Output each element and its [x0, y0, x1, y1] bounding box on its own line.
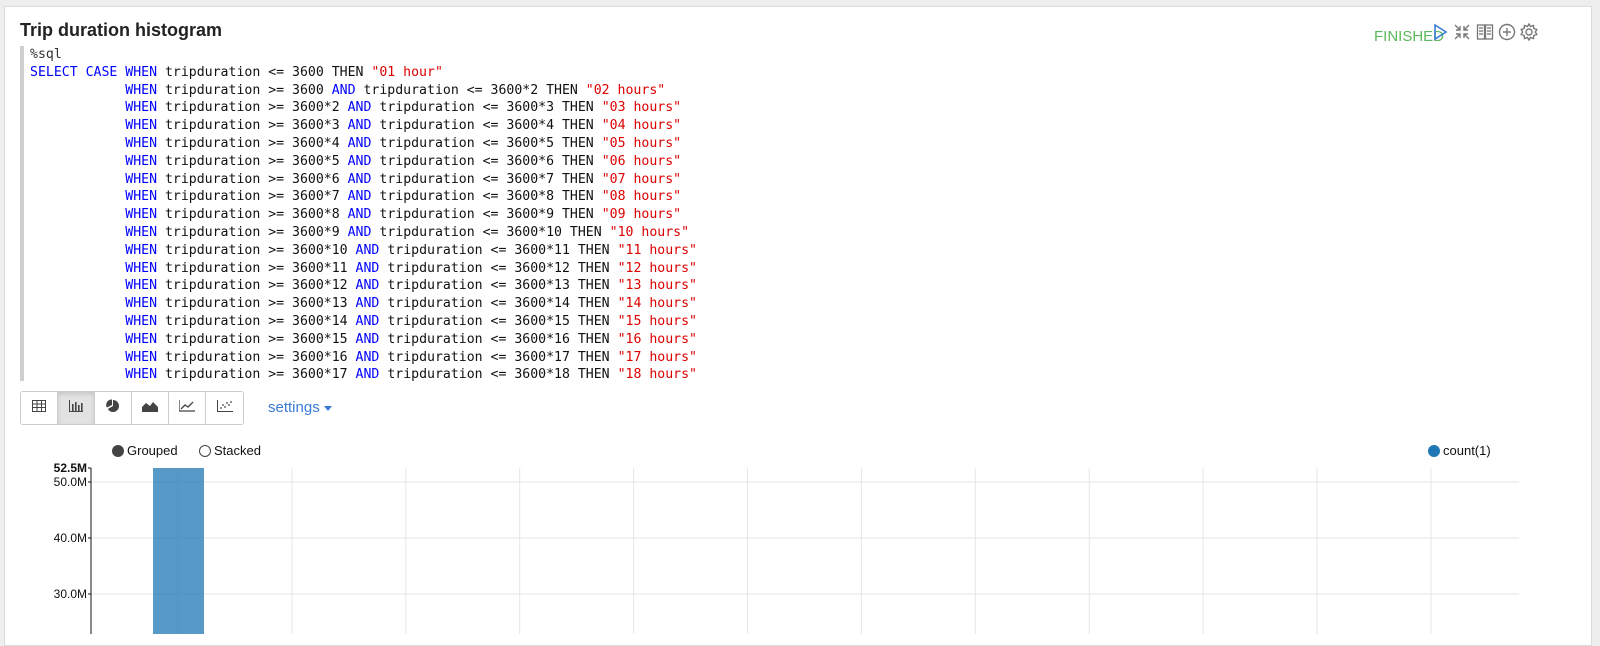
y-tick-label: 40.0M	[54, 531, 87, 545]
bar	[153, 468, 204, 634]
y-max-label: 52.5M	[54, 461, 87, 475]
bar-chart: 50.0M40.0M30.0M20.0M52.5M	[54, 461, 1519, 634]
y-tick-label: 30.0M	[54, 587, 87, 601]
y-tick-label: 50.0M	[54, 475, 87, 489]
